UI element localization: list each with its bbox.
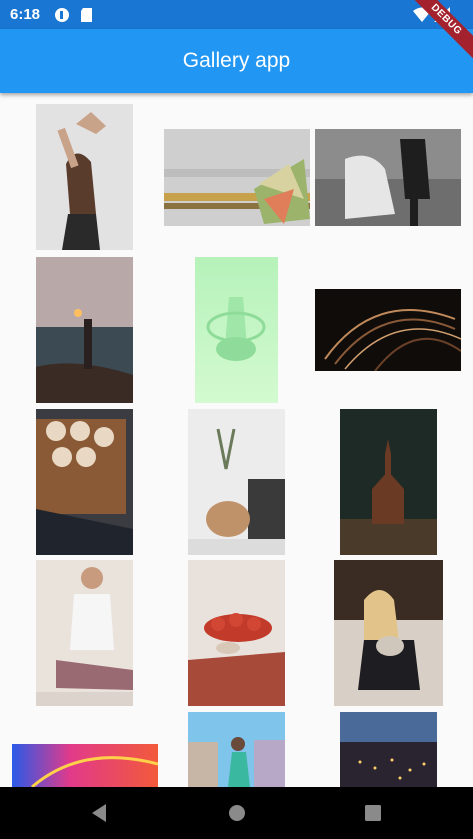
status-time: 6:18 xyxy=(10,6,41,23)
app-notification-icon xyxy=(55,8,69,22)
debug-banner: DEBUG xyxy=(403,0,473,65)
gallery-grid[interactable] xyxy=(0,93,473,787)
gallery-item-dark-swirl[interactable] xyxy=(315,289,461,371)
gallery-item-colorful-gradient[interactable] xyxy=(12,744,158,787)
gallery-item-woman-arms-raised[interactable] xyxy=(36,104,133,250)
recents-icon[interactable] xyxy=(364,803,382,823)
gallery-item-strawberry-tarts[interactable] xyxy=(188,560,285,706)
debug-banner-corner: DEBUG xyxy=(403,0,473,70)
home-icon[interactable] xyxy=(227,803,247,823)
sd-card-icon xyxy=(81,8,92,22)
gallery-item-boho-interior[interactable] xyxy=(188,409,285,555)
gallery-item-green-sculpture[interactable] xyxy=(195,257,278,403)
gallery-item-abstract-fan[interactable] xyxy=(164,129,310,226)
gallery-item-woman-street[interactable] xyxy=(188,712,285,787)
gallery-item-woman-sofa-dog[interactable] xyxy=(334,560,443,706)
gallery-item-church-forest[interactable] xyxy=(340,409,437,555)
gallery-item-man-stretching[interactable] xyxy=(36,560,133,706)
gallery-item-couple-dancing[interactable] xyxy=(315,129,461,226)
back-icon[interactable] xyxy=(90,803,108,823)
navigation-bar xyxy=(0,787,473,839)
gallery-item-woman-sea-sunset[interactable] xyxy=(36,257,133,403)
gallery-item-city-night[interactable] xyxy=(340,712,437,787)
gallery-item-cinnamon-rolls[interactable] xyxy=(36,409,133,555)
